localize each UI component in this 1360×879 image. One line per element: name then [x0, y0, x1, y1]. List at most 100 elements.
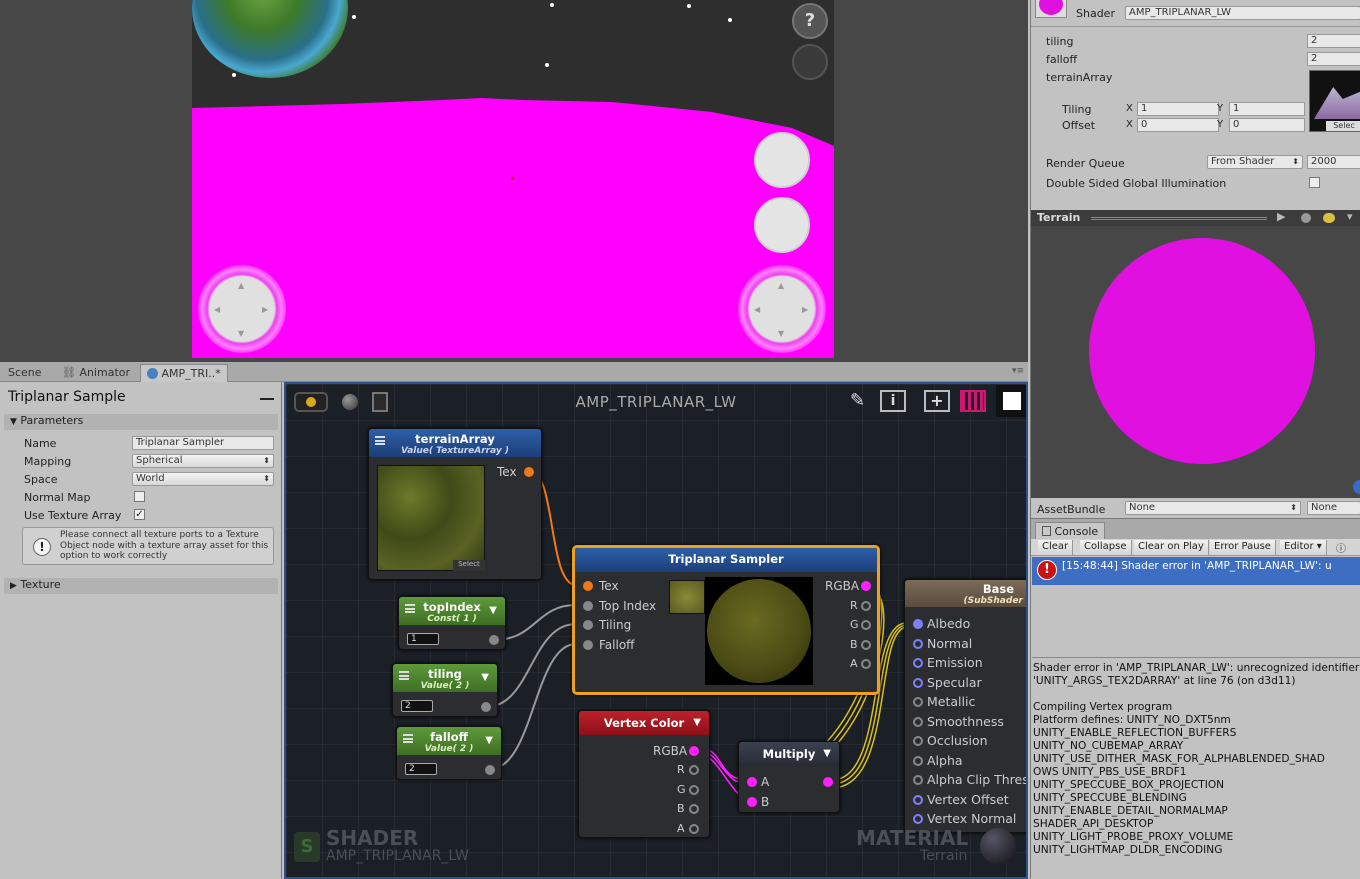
- parameters-section-header[interactable]: ▼ Parameters: [4, 414, 278, 430]
- console-clear-button[interactable]: Clear: [1038, 540, 1074, 555]
- render-queue-dropdown[interactable]: From Shader ⬍: [1207, 155, 1303, 169]
- tab-console[interactable]: Console: [1035, 522, 1106, 540]
- falloff-output-port[interactable]: [485, 765, 495, 775]
- game-viewport[interactable]: ? ▲ ▼ ◀ ▶ ▲ ▼ ◀ ▶: [192, 0, 834, 358]
- metallic-input-port[interactable]: [913, 697, 923, 707]
- render-queue-field[interactable]: 2000: [1307, 155, 1360, 169]
- top-index-node[interactable]: topIndex Const( 1 ) ▼ 1: [398, 596, 506, 650]
- multiply-header[interactable]: Multiply ▼: [739, 742, 839, 766]
- tab-menu-icon[interactable]: ▾≡: [1012, 366, 1024, 376]
- tex-input-port[interactable]: [583, 581, 593, 591]
- tex-output-port[interactable]: [524, 467, 534, 477]
- console-entry-selected[interactable]: ! [15:48:44] Shader error in 'AMP_TRIPLA…: [1032, 557, 1360, 585]
- preview-menu-icon[interactable]: ▾: [1347, 210, 1353, 223]
- multiply-b-input-port[interactable]: [747, 797, 757, 807]
- g-output-port[interactable]: [861, 620, 871, 630]
- action-button-2[interactable]: [754, 197, 810, 253]
- shader-graph-canvas[interactable]: AMP_TRIPLANAR_LW ✎ i + terrainArray Valu…: [284, 382, 1028, 879]
- select-texture-label[interactable]: Selec: [1326, 121, 1360, 131]
- terrain-array-node[interactable]: terrainArray Value( TextureArray ) Selec…: [368, 428, 542, 580]
- name-field[interactable]: Triplanar Sampler: [132, 436, 274, 450]
- multiply-node[interactable]: Multiply ▼ A B: [738, 741, 840, 813]
- console-error-count-icon[interactable]: ⓘ: [1336, 540, 1360, 555]
- tiling-input-port[interactable]: [583, 620, 593, 630]
- console-clear-on-play-button[interactable]: Clear on Play: [1134, 540, 1209, 555]
- vc-g-port[interactable]: [689, 785, 699, 795]
- rgba-output-port[interactable]: [861, 581, 871, 591]
- tiling-header[interactable]: tiling Value( 2 ) ▼: [393, 664, 497, 692]
- space-dropdown[interactable]: World ⬍: [132, 472, 274, 486]
- tiling-x-field[interactable]: 1: [1137, 102, 1219, 116]
- multiply-output-port[interactable]: [823, 777, 833, 787]
- asset-bundle-variant-dropdown[interactable]: None: [1307, 501, 1360, 515]
- play-icon[interactable]: ▶: [1277, 210, 1285, 223]
- collapse-panel-button[interactable]: [260, 398, 274, 400]
- alpha-clip-input-port[interactable]: [913, 775, 923, 785]
- vc-r-port[interactable]: [689, 765, 699, 775]
- vc-a-port[interactable]: [689, 824, 699, 834]
- tab-animator[interactable]: ⛓ Animator: [56, 364, 136, 382]
- falloff-input-port[interactable]: [583, 640, 593, 650]
- occlusion-input-port[interactable]: [913, 736, 923, 746]
- vertex-color-node[interactable]: Vertex Color ▼ RGBA R G B A: [578, 710, 710, 838]
- tab-scene[interactable]: Scene: [2, 364, 48, 382]
- b-output-port[interactable]: [861, 640, 871, 650]
- light-toggle-icon[interactable]: [1323, 213, 1335, 223]
- help-button[interactable]: ?: [792, 3, 828, 39]
- use-texture-array-checkbox[interactable]: ✓: [134, 509, 145, 520]
- alpha-input-port[interactable]: [913, 756, 923, 766]
- console-collapse-button[interactable]: Collapse: [1080, 540, 1132, 555]
- multiply-a-input-port[interactable]: [747, 777, 757, 787]
- tab-amp-shader[interactable]: AMP_TRI..*: [140, 364, 228, 382]
- normal-map-checkbox[interactable]: [134, 491, 145, 502]
- triplanar-header[interactable]: Triplanar Sampler: [575, 548, 877, 572]
- tiling-y-field[interactable]: 1: [1229, 102, 1305, 116]
- tiling-prop-field[interactable]: 2: [1307, 34, 1360, 48]
- tiling-node[interactable]: tiling Value( 2 ) ▼ 2: [392, 663, 498, 717]
- node-menu-icon[interactable]: [375, 436, 385, 445]
- top-index-output-port[interactable]: [489, 635, 499, 645]
- falloff-value-field[interactable]: 2: [405, 763, 437, 775]
- a-output-port[interactable]: [861, 659, 871, 669]
- dsgi-checkbox[interactable]: [1309, 177, 1320, 188]
- smoothness-input-port[interactable]: [913, 717, 923, 727]
- shader-dropdown[interactable]: AMP_TRIPLANAR_LW: [1125, 6, 1360, 20]
- falloff-node[interactable]: falloff Value( 2 ) ▼ 2: [396, 726, 502, 780]
- emission-input-port[interactable]: [913, 658, 923, 668]
- tiling-value-field[interactable]: 2: [401, 700, 433, 712]
- mapping-dropdown[interactable]: Spherical ⬍: [132, 454, 274, 468]
- right-joystick[interactable]: ▲ ▼ ◀ ▶: [738, 265, 826, 353]
- offset-x-field[interactable]: 0: [1137, 118, 1219, 132]
- falloff-prop-field[interactable]: 2: [1307, 52, 1360, 66]
- offset-y-field[interactable]: 0: [1229, 118, 1305, 132]
- vertex-offset-input-port[interactable]: [913, 795, 923, 805]
- base-header[interactable]: Base (SubShader 0 P: [905, 580, 1026, 607]
- top-index-input-port[interactable]: [583, 601, 593, 611]
- texture-section-header[interactable]: ▶ Texture: [4, 578, 278, 594]
- vertex-normal-input-port[interactable]: [913, 814, 923, 824]
- base-output-node[interactable]: Base (SubShader 0 P Albedo Normal Emissi…: [904, 579, 1026, 833]
- preview-sphere-icon[interactable]: [1301, 213, 1311, 223]
- falloff-header[interactable]: falloff Value( 2 ) ▼: [397, 727, 501, 755]
- preview-header[interactable]: Terrain ▶ ▾: [1031, 210, 1360, 226]
- normal-input-port[interactable]: [913, 639, 923, 649]
- vc-b-port[interactable]: [689, 804, 699, 814]
- r-output-port[interactable]: [861, 601, 871, 611]
- console-editor-dropdown[interactable]: Editor ▾: [1280, 540, 1327, 555]
- vc-rgba-port[interactable]: [689, 746, 699, 756]
- left-joystick[interactable]: ▲ ▼ ◀ ▶: [198, 265, 286, 353]
- action-button-1[interactable]: [754, 132, 810, 188]
- vertex-color-header[interactable]: Vertex Color ▼: [579, 711, 709, 735]
- albedo-input-port[interactable]: [913, 619, 923, 629]
- terrain-array-header[interactable]: terrainArray Value( TextureArray ): [369, 429, 541, 457]
- texture-array-slot[interactable]: Selec: [1309, 70, 1360, 132]
- tiling-output-port[interactable]: [481, 702, 491, 712]
- console-error-pause-button[interactable]: Error Pause: [1210, 540, 1276, 555]
- select-texture-button[interactable]: Select: [453, 560, 485, 571]
- specular-input-port[interactable]: [913, 678, 923, 688]
- top-index-value-field[interactable]: 1: [407, 633, 439, 645]
- top-index-header[interactable]: topIndex Const( 1 ) ▼: [399, 597, 505, 625]
- round-button[interactable]: [792, 44, 828, 80]
- triplanar-sampler-node[interactable]: Triplanar Sampler Tex Top Index Tiling F…: [572, 545, 880, 695]
- asset-bundle-dropdown[interactable]: None ⬍: [1125, 501, 1301, 515]
